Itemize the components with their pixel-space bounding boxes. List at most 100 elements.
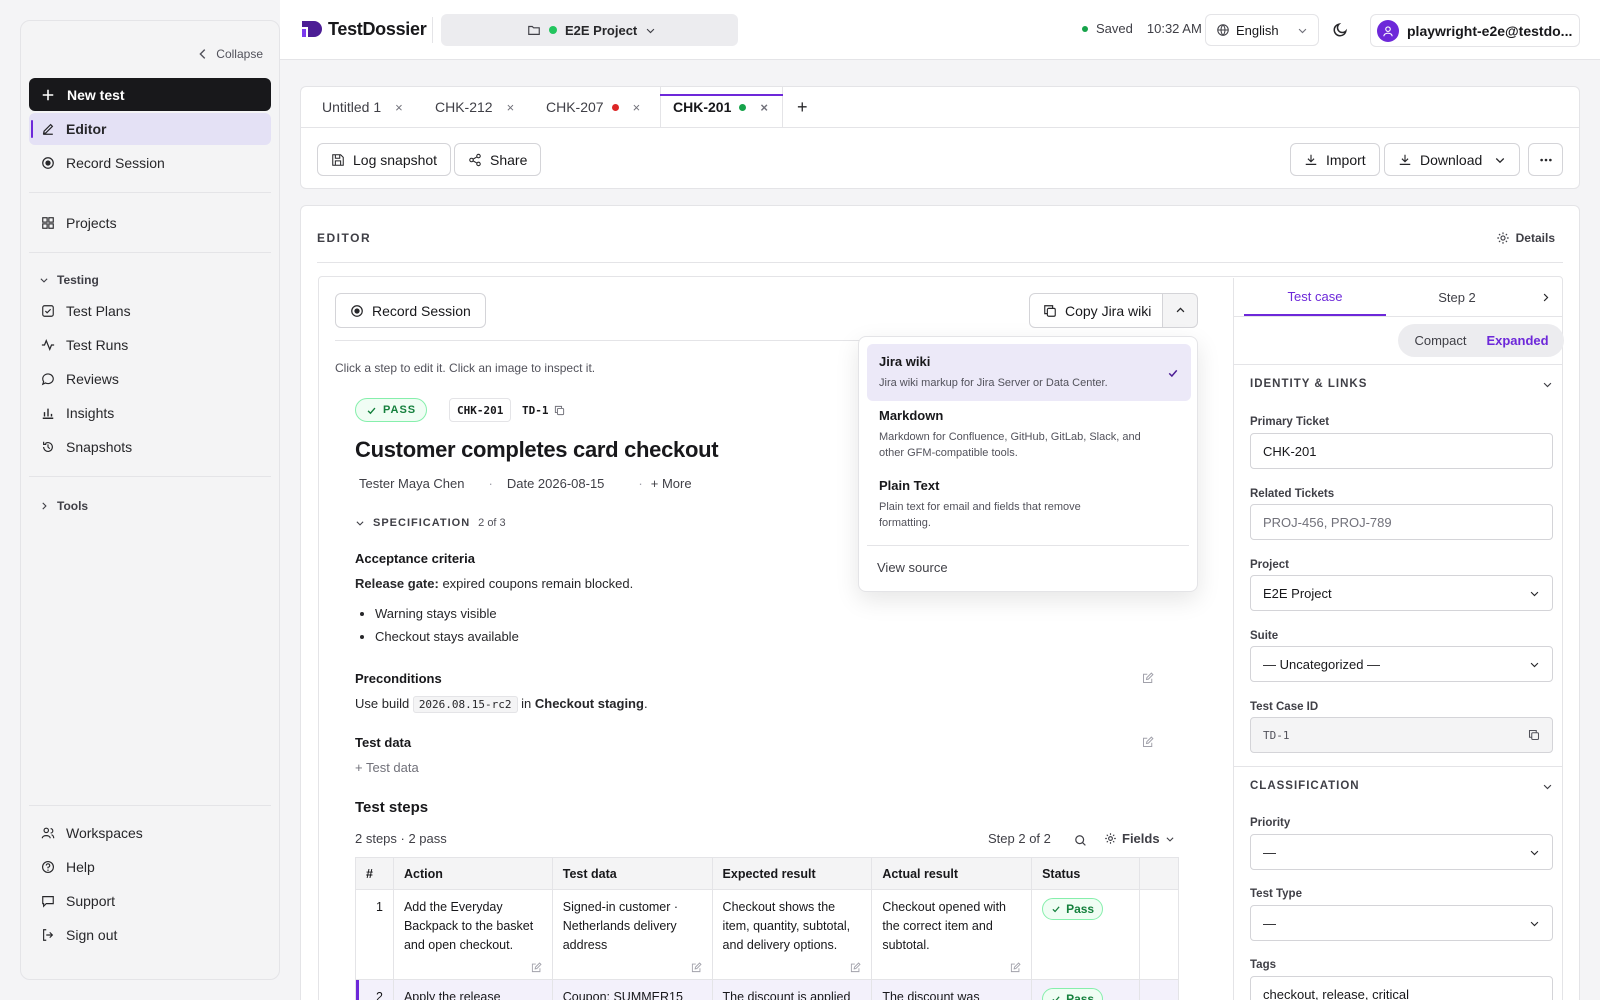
copy-icon[interactable] (1528, 729, 1540, 741)
sidebar-item-workspaces[interactable]: Workspaces (29, 817, 271, 849)
share-icon (469, 153, 481, 166)
add-test-data-button[interactable]: + Test data (355, 760, 419, 775)
table-row[interactable]: 1 Add the Everyday Backpack to the baske… (355, 889, 1179, 980)
divider (29, 805, 271, 806)
edit-icon[interactable] (1010, 962, 1021, 973)
close-icon[interactable]: × (395, 100, 403, 115)
menu-item-jira-wiki[interactable]: Jira wiki Jira wiki markup for Jira Serv… (867, 344, 1191, 401)
close-icon[interactable]: × (760, 100, 768, 115)
search-icon[interactable] (1074, 834, 1087, 847)
step-actual[interactable]: The discount was (871, 979, 1033, 1000)
status-badge[interactable]: PASS (355, 398, 428, 422)
sidebar-item-test-plans[interactable]: Test Plans (29, 295, 271, 327)
project-select[interactable]: E2E Project (1250, 575, 1553, 611)
sidebar-item-reviews[interactable]: Reviews (29, 363, 271, 395)
sidebar-item-snapshots[interactable]: Snapshots (29, 431, 271, 463)
test-case-id[interactable]: TD-1 (515, 398, 572, 422)
specification-toggle[interactable]: SPECIFICATION 2 of 3 (355, 517, 506, 529)
more-actions-button[interactable] (1528, 143, 1563, 176)
language-selector[interactable]: English (1205, 14, 1319, 46)
status-badge[interactable]: Pass (1042, 898, 1104, 920)
test-case-title[interactable]: Customer completes card checkout (355, 437, 719, 463)
step-expected[interactable]: Checkout shows the item, quantity, subto… (711, 889, 873, 980)
details-button[interactable]: Details (1496, 231, 1555, 245)
section-title: CLASSIFICATION (1250, 780, 1360, 792)
theme-toggle[interactable] (1332, 21, 1349, 38)
sidebar-item-record-session[interactable]: Record Session (29, 147, 271, 179)
field-value: CHK-201 (1263, 443, 1317, 459)
related-tickets-input[interactable]: PROJ-456, PROJ-789 (1250, 504, 1553, 540)
edit-icon[interactable] (850, 962, 861, 973)
menu-item-markdown[interactable]: Markdown Markdown for Confluence, GitHub… (867, 398, 1191, 471)
tabs-scroll-right[interactable] (1532, 278, 1558, 316)
priority-select[interactable]: — (1250, 834, 1553, 870)
identity-section-toggle[interactable]: IDENTITY & LINKS (1250, 378, 1553, 390)
tags-input[interactable]: checkout, release, critical (1250, 976, 1553, 1000)
tab-chk-212[interactable]: CHK-212 × (435, 87, 514, 127)
tab-untitled-1[interactable]: Untitled 1 × (322, 87, 403, 127)
log-snapshot-button[interactable]: Log snapshot (317, 143, 452, 176)
save-icon (332, 153, 344, 166)
testing-group-toggle[interactable]: Testing (39, 273, 99, 287)
edit-icon[interactable] (1142, 736, 1154, 748)
tab-chk-201[interactable]: CHK-201 × (660, 87, 783, 127)
compact-option[interactable]: Compact (1402, 333, 1479, 348)
suite-select[interactable]: — Uncategorized — (1250, 646, 1553, 682)
step-expected[interactable]: The discount is applied (711, 979, 873, 1000)
status-badge[interactable]: Pass (1042, 988, 1104, 1000)
copy-format-toggle[interactable] (1162, 293, 1198, 328)
chevron-left-icon (199, 49, 206, 59)
collapse-button[interactable]: Collapse (196, 47, 263, 61)
edit-icon[interactable] (691, 962, 702, 973)
step-navigation[interactable]: Step 2 of 2 (988, 831, 1051, 846)
sidebar-item-support[interactable]: Support (29, 885, 271, 917)
copy-format-menu: Jira wiki Jira wiki markup for Jira Serv… (858, 336, 1198, 592)
sidebar-item-insights[interactable]: Insights (29, 397, 271, 429)
preconditions-text[interactable]: Use build 2026.08.15-rc2 in Checkout sta… (355, 696, 648, 713)
user-menu[interactable]: playwright-e2e@testdo... (1370, 14, 1580, 47)
step-action[interactable]: Add the Everyday Backpack to the basket … (392, 889, 553, 980)
step-actual[interactable]: Checkout opened with the correct item an… (871, 889, 1033, 980)
test-type-select[interactable]: — (1250, 905, 1553, 941)
sidebar-item-test-runs[interactable]: Test Runs (29, 329, 271, 361)
menu-item-plain-text[interactable]: Plain Text Plain text for email and fiel… (867, 468, 1191, 541)
tab-chk-207[interactable]: CHK-207 × (546, 87, 640, 127)
project-selector[interactable]: E2E Project (441, 14, 738, 46)
sidebar-item-help[interactable]: Help (29, 851, 271, 883)
expanded-option[interactable]: Expanded (1479, 333, 1556, 348)
record-session-button[interactable]: Record Session (335, 293, 486, 328)
acceptance-criteria-text[interactable]: Release gate: expired coupons remain blo… (355, 576, 633, 591)
copy-format-button[interactable]: Copy Jira wiki (1029, 293, 1166, 328)
new-test-button[interactable]: New test (29, 78, 271, 111)
step-test-data[interactable]: Signed-in customer · Netherlands deliver… (551, 889, 713, 980)
test-steps-table: # Action Test data Expected result Actua… (355, 857, 1179, 1000)
step-status[interactable]: Pass (1031, 979, 1140, 1000)
new-tab-button[interactable]: + (797, 87, 808, 127)
classification-section-toggle[interactable]: CLASSIFICATION (1250, 780, 1553, 792)
sidebar-item-projects[interactable]: Projects (29, 207, 271, 239)
table-row[interactable]: 2 Apply the release Coupon: SUMMER15 The… (355, 979, 1179, 1000)
tab-test-case[interactable]: Test case (1244, 278, 1386, 316)
close-icon[interactable]: × (633, 100, 641, 115)
fields-button[interactable]: Fields (1104, 831, 1175, 846)
sidebar-item-editor[interactable]: Editor (29, 113, 271, 145)
import-button[interactable]: Import (1290, 143, 1380, 176)
brand-logo[interactable]: TestDossier (300, 18, 427, 40)
primary-ticket-input[interactable]: CHK-201 (1250, 433, 1553, 469)
density-toggle[interactable]: Compact Expanded (1398, 324, 1564, 357)
step-status[interactable]: Pass (1031, 889, 1140, 980)
close-icon[interactable]: × (507, 100, 515, 115)
edit-icon[interactable] (1142, 672, 1154, 684)
edit-icon[interactable] (531, 962, 542, 973)
sidebar-item-sign-out[interactable]: Sign out (29, 919, 271, 951)
download-button[interactable]: Download (1384, 143, 1520, 176)
date[interactable]: Date 2026-08-15 (507, 476, 605, 491)
more-meta-button[interactable]: + More (651, 476, 692, 491)
view-source-button[interactable]: View source (877, 560, 948, 575)
share-button[interactable]: Share (454, 143, 542, 176)
step-action[interactable]: Apply the release (392, 979, 553, 1000)
step-test-data[interactable]: Coupon: SUMMER15 (551, 979, 713, 1000)
tools-group-toggle[interactable]: Tools (39, 499, 88, 513)
tab-step-2[interactable]: Step 2 (1386, 278, 1528, 316)
tester[interactable]: Tester Maya Chen (359, 476, 465, 491)
